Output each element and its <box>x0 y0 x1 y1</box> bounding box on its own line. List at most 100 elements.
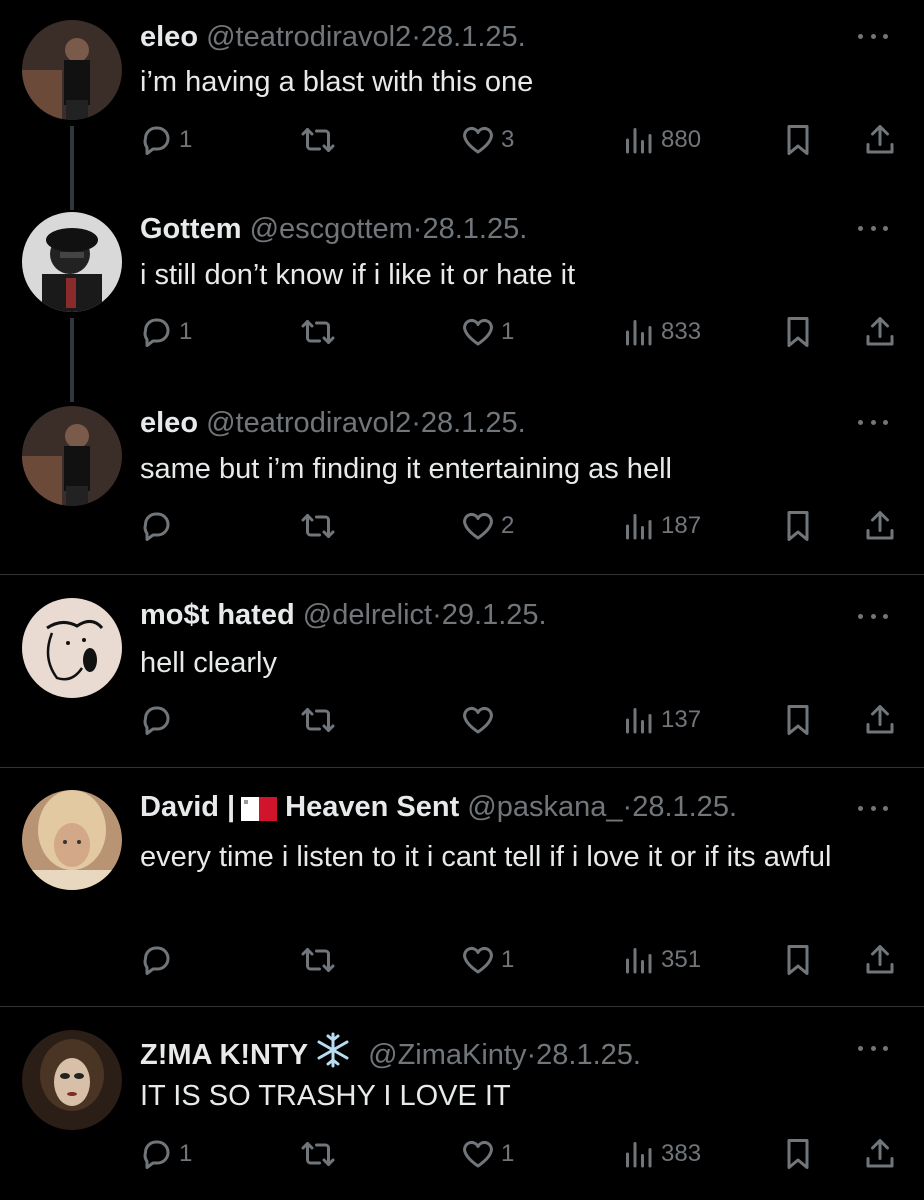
reply-icon <box>138 508 174 544</box>
repost-button[interactable] <box>298 504 338 548</box>
heart-icon <box>460 702 496 738</box>
like-button[interactable]: 2 <box>460 504 514 548</box>
like-button[interactable] <box>460 698 501 742</box>
more-icon[interactable] <box>858 804 888 812</box>
reply-button[interactable] <box>138 504 179 548</box>
views-icon <box>620 702 656 738</box>
reply-icon <box>138 122 174 158</box>
post-date[interactable]: 28.1.25. <box>422 213 527 245</box>
author-name[interactable]: Z!MA K!NTY <box>140 1039 308 1071</box>
more-icon[interactable] <box>858 612 888 620</box>
share-icon <box>862 942 898 978</box>
author-handle[interactable]: @escgottem <box>250 213 413 245</box>
views-icon <box>620 508 656 544</box>
avatar[interactable] <box>22 20 122 120</box>
author-name[interactable]: mo$t hated <box>140 599 295 631</box>
reply-icon <box>138 942 174 978</box>
like-button[interactable]: 1 <box>460 938 514 982</box>
author-handle[interactable]: @teatrodiravol2 <box>206 21 411 53</box>
author-name[interactable]: eleo <box>140 407 198 439</box>
reply-icon <box>138 1136 174 1172</box>
views-count: 383 <box>661 1140 702 1167</box>
reply-icon <box>138 702 174 738</box>
post-date[interactable]: 29.1.25. <box>442 599 547 631</box>
avatar[interactable] <box>22 212 122 312</box>
reply-button[interactable] <box>138 698 179 742</box>
post-date[interactable]: 28.1.25. <box>421 407 526 439</box>
views-button[interactable]: 187 <box>620 504 701 548</box>
repost-button[interactable] <box>298 1132 338 1176</box>
post-header: mo$t hated @delrelict·29.1.25. <box>140 598 547 632</box>
views-button[interactable]: 351 <box>620 938 701 982</box>
repost-button[interactable] <box>298 310 338 354</box>
reply-button[interactable] <box>138 938 179 982</box>
share-button[interactable] <box>862 310 898 354</box>
snowflake-icon <box>314 1031 352 1077</box>
views-button[interactable]: 833 <box>620 310 701 354</box>
repost-icon <box>298 508 338 544</box>
author-name[interactable]: eleo <box>140 21 198 53</box>
repost-icon <box>298 314 338 350</box>
share-icon <box>862 122 898 158</box>
likes-count: 2 <box>501 512 515 539</box>
post-text: i’m having a blast with this one <box>140 66 534 98</box>
share-button[interactable] <box>862 504 898 548</box>
separator: · <box>411 407 421 439</box>
avatar[interactable] <box>22 406 122 506</box>
bookmark-button[interactable] <box>780 504 816 548</box>
bookmark-button[interactable] <box>780 1132 816 1176</box>
replies-count: 1 <box>179 318 193 345</box>
repost-button[interactable] <box>298 118 338 162</box>
author-handle[interactable]: @teatrodiravol2 <box>206 407 411 439</box>
repost-icon <box>298 942 338 978</box>
like-button[interactable]: 1 <box>460 1132 514 1176</box>
bookmark-button[interactable] <box>780 310 816 354</box>
views-button[interactable]: 137 <box>620 698 701 742</box>
action-bar: 137 <box>0 698 924 742</box>
avatar[interactable] <box>22 598 122 698</box>
like-button[interactable]: 1 <box>460 310 514 354</box>
avatar[interactable] <box>22 790 122 890</box>
views-button[interactable]: 880 <box>620 118 701 162</box>
action-bar: 1 351 <box>0 938 924 982</box>
more-icon[interactable] <box>858 1044 888 1052</box>
separator: · <box>622 791 633 823</box>
share-button[interactable] <box>862 938 898 982</box>
more-icon[interactable] <box>858 224 888 232</box>
views-icon <box>620 314 656 350</box>
repost-button[interactable] <box>298 698 338 742</box>
like-button[interactable]: 3 <box>460 118 514 162</box>
post-date[interactable]: 28.1.25. <box>421 21 526 53</box>
repost-button[interactable] <box>298 938 338 982</box>
reply-button[interactable]: 1 <box>138 118 192 162</box>
bookmark-button[interactable] <box>780 698 816 742</box>
more-icon[interactable] <box>858 418 888 426</box>
views-button[interactable]: 383 <box>620 1132 701 1176</box>
avatar[interactable] <box>22 1030 122 1130</box>
author-handle[interactable]: @delrelict <box>303 599 432 631</box>
author-handle[interactable]: @paskana_ <box>467 791 622 823</box>
repost-icon <box>298 122 338 158</box>
action-bar: 1 1 833 <box>0 310 924 354</box>
reply-button[interactable]: 1 <box>138 1132 192 1176</box>
views-icon <box>620 122 656 158</box>
author-handle[interactable]: @ZimaKinty <box>368 1039 526 1071</box>
bookmark-button[interactable] <box>780 938 816 982</box>
author-name[interactable]: Gottem <box>140 213 242 245</box>
author-name-suffix[interactable]: Heaven Sent <box>285 791 459 823</box>
share-icon <box>862 702 898 738</box>
share-button[interactable] <box>862 1132 898 1176</box>
likes-count: 1 <box>501 946 515 973</box>
reply-button[interactable]: 1 <box>138 310 192 354</box>
reply-icon <box>138 314 174 350</box>
views-icon <box>620 1136 656 1172</box>
post-date[interactable]: 28.1.25. <box>536 1039 641 1071</box>
share-button[interactable] <box>862 118 898 162</box>
post-text: hell clearly <box>140 647 277 679</box>
author-name[interactable]: David | <box>140 791 235 823</box>
post-date[interactable]: 28.1.25. <box>632 791 737 823</box>
bookmark-button[interactable] <box>780 118 816 162</box>
more-icon[interactable] <box>858 32 888 40</box>
action-bar: 2 187 <box>0 504 924 548</box>
share-button[interactable] <box>862 698 898 742</box>
